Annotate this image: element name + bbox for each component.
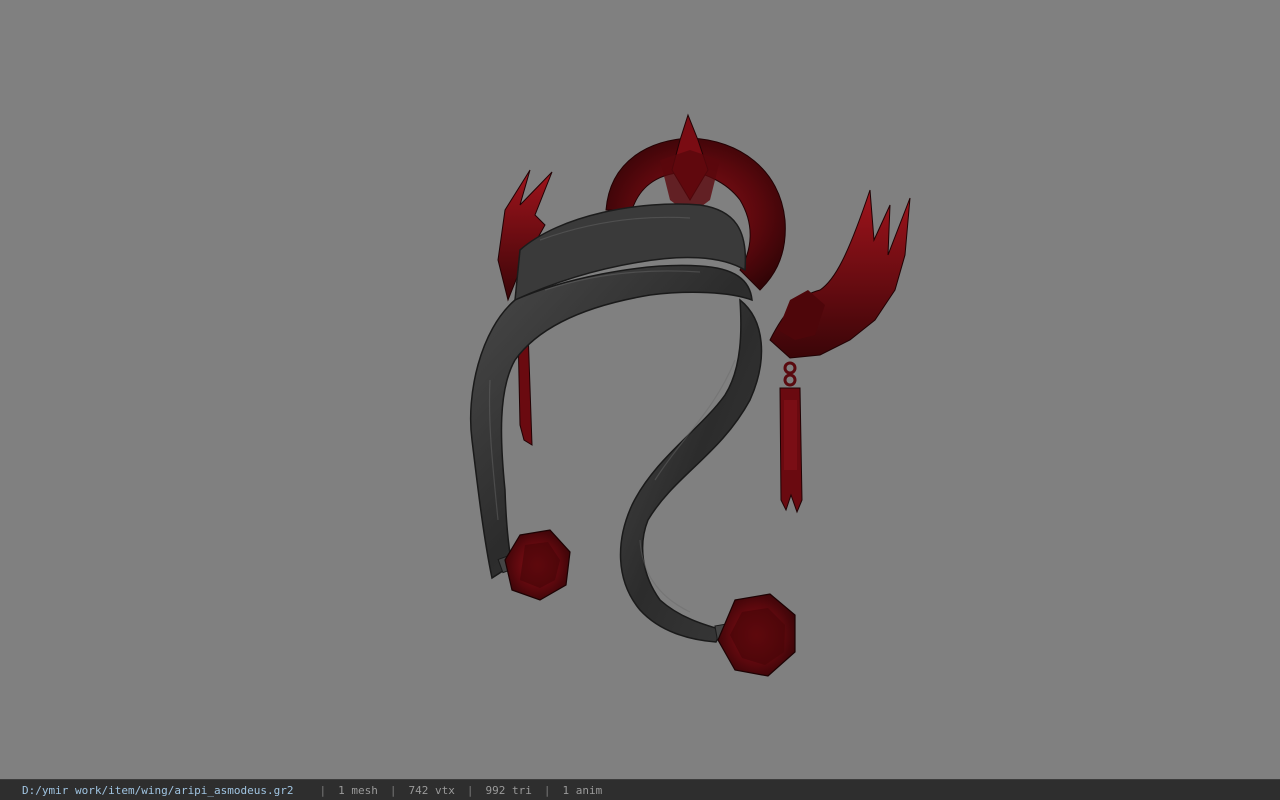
- 3d-viewport[interactable]: [0, 0, 1280, 779]
- status-bar: D:/ymir work/item/wing/aripi_asmodeus.gr…: [0, 779, 1280, 800]
- separator: |: [543, 783, 551, 797]
- headband-right-strap: [619, 298, 763, 643]
- right-bead-ornament: [714, 593, 796, 677]
- right-dragon-ornament: [769, 189, 911, 514]
- triangle-count: 992 tri: [485, 783, 532, 797]
- mesh-count: 1 mesh: [338, 783, 378, 797]
- file-path: D:/ymir work/item/wing/aripi_asmodeus.gr…: [22, 783, 294, 797]
- vertex-count: 742 vtx: [408, 783, 455, 797]
- separator: |: [466, 783, 474, 797]
- anim-count: 1 anim: [562, 783, 603, 797]
- separator: |: [389, 783, 397, 797]
- headband-model-icon: [469, 113, 911, 677]
- separator: |: [319, 783, 327, 797]
